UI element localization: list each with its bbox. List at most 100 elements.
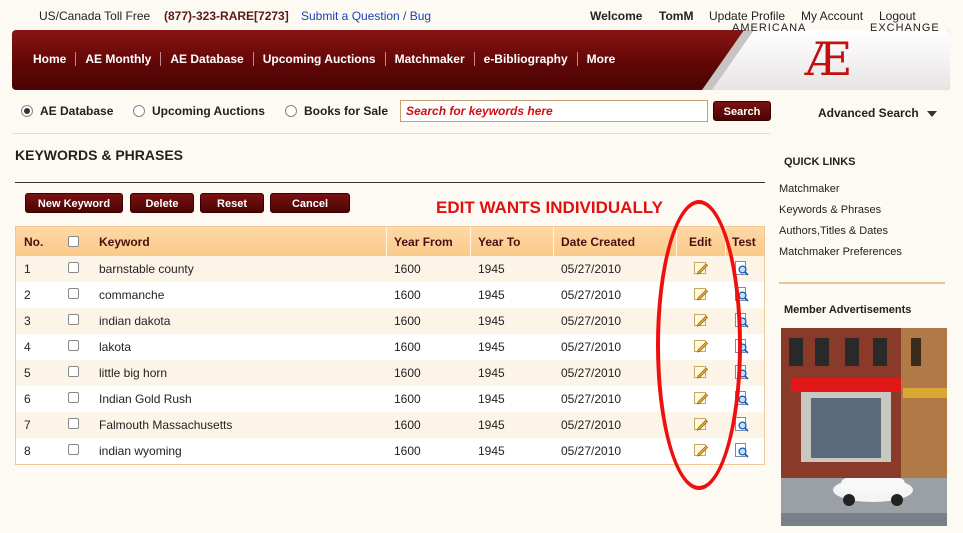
table-row: 8 indian wyoming 1600 1945 05/27/2010: [16, 438, 764, 464]
nav-e-bibliography[interactable]: e-Bibliography: [475, 52, 578, 66]
toll-free-label: US/Canada Toll Free: [39, 9, 151, 23]
divider: [12, 133, 770, 134]
row-keyword: little big horn: [99, 366, 168, 380]
test-search-icon[interactable]: [735, 417, 749, 432]
nav-home[interactable]: Home: [24, 52, 77, 66]
search-input[interactable]: [400, 100, 708, 122]
nav-more[interactable]: More: [578, 52, 625, 66]
advanced-search-link[interactable]: Advanced Search: [818, 106, 919, 120]
row-date-created: 05/27/2010: [561, 418, 622, 432]
row-checkbox[interactable]: [68, 392, 79, 403]
radio-upcoming-auctions[interactable]: [133, 105, 145, 117]
row-year-from: 1600: [394, 392, 421, 406]
row-number: 1: [24, 262, 31, 276]
row-year-from: 1600: [394, 418, 421, 432]
table-row: 3 indian dakota 1600 1945 05/27/2010: [16, 308, 764, 334]
title-divider: [15, 182, 765, 183]
radio-label-upcoming-auctions: Upcoming Auctions: [152, 104, 265, 118]
table-row: 6 Indian Gold Rush 1600 1945 05/27/2010: [16, 386, 764, 412]
quick-link-keywords[interactable]: Keywords & Phrases: [779, 204, 881, 216]
row-number: 8: [24, 444, 31, 458]
test-search-icon[interactable]: [735, 261, 749, 276]
row-year-to: 1945: [478, 262, 505, 276]
username: TomM: [659, 9, 694, 23]
quick-link-authors[interactable]: Authors,Titles & Dates: [779, 225, 888, 237]
row-checkbox[interactable]: [68, 366, 79, 377]
row-checkbox[interactable]: [68, 418, 79, 429]
row-year-to: 1945: [478, 314, 505, 328]
table-row: 5 little big horn 1600 1945 05/27/2010: [16, 360, 764, 386]
row-keyword: lakota: [99, 340, 132, 354]
row-checkbox[interactable]: [68, 288, 79, 299]
row-year-from: 1600: [394, 366, 421, 380]
test-search-icon[interactable]: [735, 443, 749, 458]
table-row: 2 commanche 1600 1945 05/27/2010: [16, 282, 764, 308]
member-advertisement-image[interactable]: [781, 328, 947, 526]
table-row: 1 barnstable county 1600 1945 05/27/2010: [16, 256, 764, 282]
table-row: 7 Falmouth Massachusetts 1600 1945 05/27/201…: [16, 412, 764, 438]
submit-question-link[interactable]: Submit a Question / Bug: [301, 9, 431, 23]
chevron-down-icon[interactable]: [927, 111, 937, 117]
row-checkbox[interactable]: [68, 444, 79, 455]
page-title: KEYWORDS & PHRASES: [15, 147, 184, 163]
col-header-year-from[interactable]: Year From: [394, 235, 453, 249]
col-header-year-to[interactable]: Year To: [478, 235, 520, 249]
col-header-keyword[interactable]: Keyword: [99, 235, 150, 249]
col-header-date-created[interactable]: Date Created: [561, 235, 635, 249]
row-keyword: indian wyoming: [99, 444, 182, 458]
row-keyword: Indian Gold Rush: [99, 392, 192, 406]
radio-label-books-for-sale: Books for Sale: [304, 104, 389, 118]
row-year-from: 1600: [394, 444, 421, 458]
delete-button[interactable]: Delete: [130, 193, 194, 213]
nav-upcoming-auctions[interactable]: Upcoming Auctions: [254, 52, 386, 66]
row-date-created: 05/27/2010: [561, 340, 622, 354]
row-number: 6: [24, 392, 31, 406]
col-header-test: Test: [732, 235, 756, 249]
phone-number: (877)-323-RARE[7273]: [164, 9, 289, 23]
row-year-from: 1600: [394, 340, 421, 354]
logo-text-americana: AMERICANA: [732, 22, 807, 34]
row-checkbox[interactable]: [68, 262, 79, 273]
search-row: AE Database Upcoming Auctions Books for …: [0, 96, 963, 128]
logo-text-exchange: EXCHANGE: [870, 22, 940, 34]
nav-ae-database[interactable]: AE Database: [161, 52, 254, 66]
row-keyword: indian dakota: [99, 314, 171, 328]
row-checkbox[interactable]: [68, 314, 79, 325]
row-year-to: 1945: [478, 418, 505, 432]
table-header: No. Keyword Year From Year To Date Creat…: [16, 227, 764, 256]
annotation-oval: [656, 200, 742, 490]
row-keyword: barnstable county: [99, 262, 194, 276]
row-year-to: 1945: [478, 366, 505, 380]
top-bar: US/Canada Toll Free (877)-323-RARE[7273]…: [0, 0, 963, 30]
my-account-link[interactable]: My Account: [801, 9, 863, 23]
nav-ae-monthly[interactable]: AE Monthly: [76, 52, 162, 66]
select-all-checkbox[interactable]: [68, 236, 79, 247]
logout-link[interactable]: Logout: [879, 9, 916, 23]
row-date-created: 05/27/2010: [561, 366, 622, 380]
row-year-to: 1945: [478, 340, 505, 354]
reset-button[interactable]: Reset: [200, 193, 264, 213]
col-header-no: No.: [24, 235, 44, 249]
nav-matchmaker[interactable]: Matchmaker: [386, 52, 475, 66]
row-number: 2: [24, 288, 31, 302]
search-button[interactable]: Search: [713, 101, 771, 121]
row-keyword: commanche: [99, 288, 165, 302]
row-keyword: Falmouth Massachusetts: [99, 418, 233, 432]
cancel-button[interactable]: Cancel: [270, 193, 350, 213]
quick-link-preferences[interactable]: Matchmaker Preferences: [779, 246, 902, 258]
row-date-created: 05/27/2010: [561, 288, 622, 302]
welcome-label: Welcome: [590, 9, 643, 23]
row-year-to: 1945: [478, 288, 505, 302]
update-profile-link[interactable]: Update Profile: [709, 9, 785, 23]
quick-link-matchmaker[interactable]: Matchmaker: [779, 183, 840, 195]
row-number: 4: [24, 340, 31, 354]
row-date-created: 05/27/2010: [561, 444, 622, 458]
keywords-table: No. Keyword Year From Year To Date Creat…: [15, 226, 765, 465]
new-keyword-button[interactable]: New Keyword: [25, 193, 123, 213]
radio-ae-database[interactable]: [21, 105, 33, 117]
row-date-created: 05/27/2010: [561, 314, 622, 328]
logo-mark: Æ: [805, 32, 852, 86]
row-checkbox[interactable]: [68, 340, 79, 351]
annotation-text: EDIT WANTS INDIVIDUALLY: [436, 198, 663, 217]
radio-books-for-sale[interactable]: [285, 105, 297, 117]
